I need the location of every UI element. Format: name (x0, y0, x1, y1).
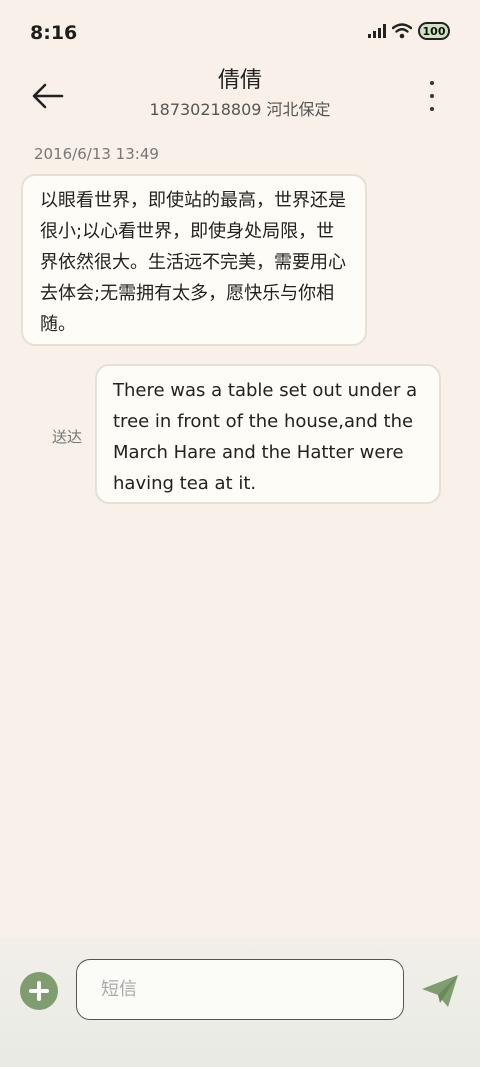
message-timestamp: 2016/6/13 13:49 (34, 145, 159, 163)
arrow-left-icon (32, 83, 64, 109)
battery-level: 100 (422, 24, 446, 38)
battery-icon: 100 (418, 22, 450, 40)
add-attachment-button[interactable] (20, 972, 58, 1010)
signal-icon (368, 24, 386, 38)
incoming-message-text: 以眼看世界，即使站的最高，世界还是很小;以心看世界，即使身处局限，世界依然很大。… (40, 190, 346, 335)
messaging-screen: 8:16 100 倩倩 18730218809 河北保定 2016/6/13 1… (0, 0, 480, 1067)
contact-info: 倩倩 18730218809 河北保定 (100, 66, 380, 120)
conversation-header: 倩倩 18730218809 河北保定 (0, 66, 480, 136)
status-icons: 100 (368, 22, 450, 40)
contact-number-location: 18730218809 河北保定 (149, 100, 331, 119)
delivery-status: 送达 (52, 428, 83, 446)
send-icon[interactable] (420, 973, 460, 1009)
back-button[interactable] (28, 76, 68, 116)
message-input[interactable] (77, 960, 403, 1019)
more-vertical-icon (430, 81, 434, 85)
status-bar: 8:16 100 (0, 0, 480, 66)
message-composer (0, 938, 480, 1067)
outgoing-message-text: There was a table set out under a tree i… (113, 380, 418, 494)
status-time: 8:16 (30, 22, 78, 44)
outgoing-message-bubble[interactable]: There was a table set out under a tree i… (95, 364, 441, 504)
contact-name: 倩倩 (217, 68, 262, 93)
plus-icon (29, 981, 49, 1001)
more-options-button[interactable] (420, 78, 444, 114)
incoming-message-bubble[interactable]: 以眼看世界，即使站的最高，世界还是很小;以心看世界，即使身处局限，世界依然很大。… (21, 174, 367, 346)
wifi-icon (392, 23, 412, 39)
message-input-box[interactable] (76, 959, 404, 1020)
